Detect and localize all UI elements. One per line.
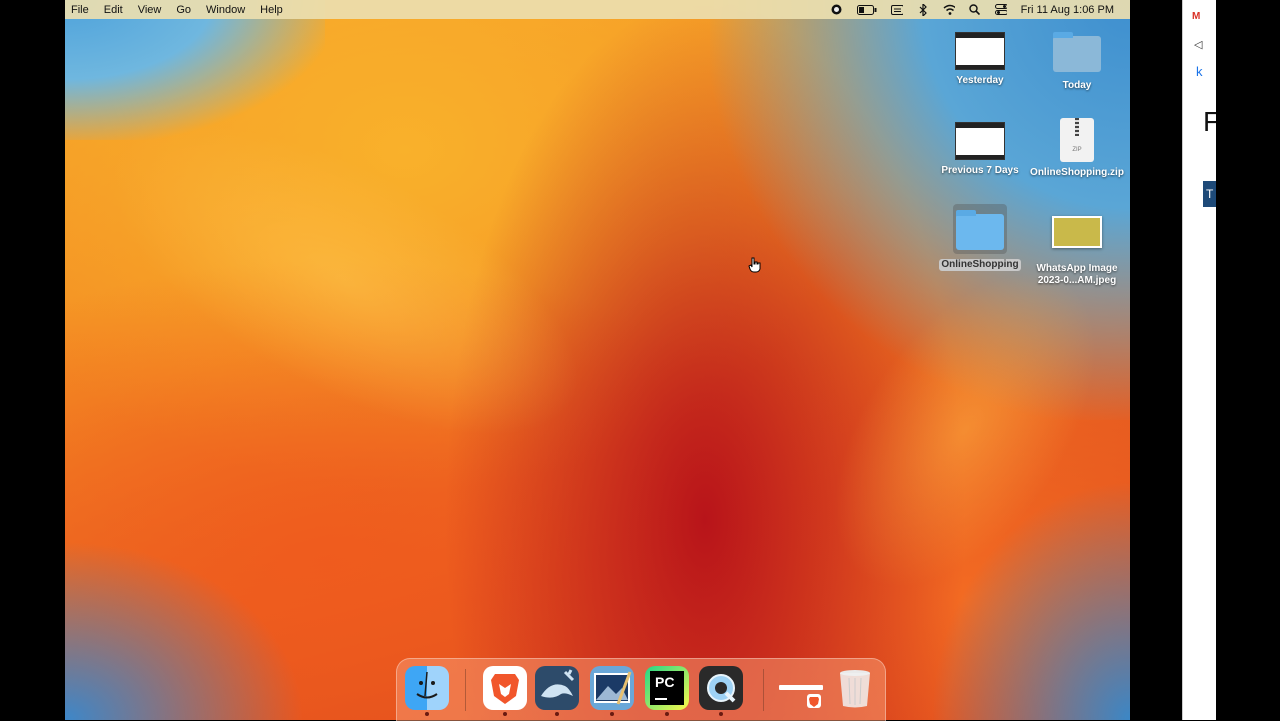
dock-brave[interactable] xyxy=(483,666,527,716)
search-icon[interactable] xyxy=(969,4,981,16)
running-indicator xyxy=(555,712,559,716)
menu-go[interactable]: Go xyxy=(171,4,201,16)
image-thumbnail-icon xyxy=(1052,216,1102,248)
keyboard-icon[interactable] xyxy=(890,4,903,16)
desktop-icon-whatsapp-image[interactable]: WhatsApp Image 2023-0...AM.jpeg xyxy=(1029,216,1125,287)
desktop-icon-label: WhatsApp Image 2023-0...AM.jpeg xyxy=(1036,263,1118,286)
desktop-icon-onlineshopping-zip[interactable]: ZIP OnlineShopping.zip xyxy=(1029,118,1125,179)
menubar: File Edit View Go Window Help Fri 11 Aug… xyxy=(65,0,1130,19)
brave-icon xyxy=(491,674,519,704)
bluetooth-icon[interactable] xyxy=(917,3,929,16)
dock-finder[interactable] xyxy=(405,666,449,716)
running-indicator xyxy=(425,712,429,716)
control-center-icon[interactable] xyxy=(994,4,1007,16)
desktop-icon-previous-7-days[interactable]: Previous 7 Days xyxy=(932,122,1028,177)
page-heading-partial: F xyxy=(1203,106,1216,138)
running-indicator xyxy=(719,712,723,716)
desktop-icon-today[interactable]: Today xyxy=(1029,32,1125,92)
desktop-icon-label: OnlineShopping xyxy=(939,259,1021,271)
menu-view[interactable]: View xyxy=(133,4,172,16)
menubar-clock[interactable]: Fri 11 Aug 1:06 PM xyxy=(1021,4,1114,16)
dock-mysql-workbench[interactable] xyxy=(535,666,579,716)
dock-quicktime[interactable] xyxy=(699,666,743,716)
hand-cursor-icon xyxy=(748,257,762,276)
battery-icon[interactable] xyxy=(856,4,877,16)
selection-highlight xyxy=(953,204,1007,254)
gmail-tab-icon[interactable]: M xyxy=(1192,11,1200,22)
dock: PC xyxy=(396,658,886,721)
browser-window-partial[interactable]: M ◁ k F T xyxy=(1182,0,1216,720)
folder-icon xyxy=(956,210,1004,250)
back-arrow-icon[interactable]: ◁ xyxy=(1194,38,1202,51)
dock-separator xyxy=(763,669,764,711)
record-icon[interactable] xyxy=(831,4,843,16)
running-indicator xyxy=(610,712,614,716)
wallpaper-blue-bottom-left xyxy=(65,540,305,720)
trash-icon xyxy=(840,670,870,708)
menu-window[interactable]: Window xyxy=(201,4,255,16)
wallpaper-blue-top-left xyxy=(65,0,325,140)
pycharm-icon: PC xyxy=(650,671,684,705)
screenshot-thumbnail-icon xyxy=(955,32,1005,70)
desktop-icon-label: Previous 7 Days xyxy=(941,165,1019,176)
wifi-icon[interactable] xyxy=(943,4,955,16)
page-banner-partial: T xyxy=(1203,181,1216,207)
desktop-icon-onlineshopping-folder[interactable]: OnlineShopping xyxy=(932,204,1028,271)
finder-icon xyxy=(416,671,438,699)
dock-pycharm[interactable]: PC xyxy=(645,666,689,716)
menu-file[interactable]: File xyxy=(65,4,99,16)
quicktime-icon xyxy=(707,674,736,703)
desktop-icon-label: OnlineShopping.zip xyxy=(1030,167,1124,178)
dock-separator xyxy=(465,669,466,711)
running-indicator xyxy=(503,712,507,716)
folder-icon xyxy=(1053,32,1101,72)
brave-badge-icon xyxy=(807,694,821,708)
desktop[interactable] xyxy=(65,0,1130,720)
dock-trash[interactable] xyxy=(833,666,877,710)
bookmark-link[interactable]: k xyxy=(1196,64,1203,79)
preview-icon xyxy=(594,671,632,705)
menu-edit[interactable]: Edit xyxy=(99,4,133,16)
desktop-icon-label: Yesterday xyxy=(956,75,1004,86)
mysql-workbench-icon xyxy=(541,669,575,698)
desktop-icon-label: Today xyxy=(1062,80,1092,91)
menu-help[interactable]: Help xyxy=(255,4,293,16)
status-area: Fri 11 Aug 1:06 PM xyxy=(831,3,1130,16)
dock-preview[interactable] xyxy=(590,666,634,716)
zip-file-icon: ZIP xyxy=(1060,118,1094,162)
desktop-icon-yesterday[interactable]: Yesterday xyxy=(932,32,1028,87)
running-indicator xyxy=(665,712,669,716)
screenshot-thumbnail-icon xyxy=(955,122,1005,160)
minimized-window-thumbnail xyxy=(779,685,823,690)
dock-minimized-window[interactable] xyxy=(775,666,827,710)
